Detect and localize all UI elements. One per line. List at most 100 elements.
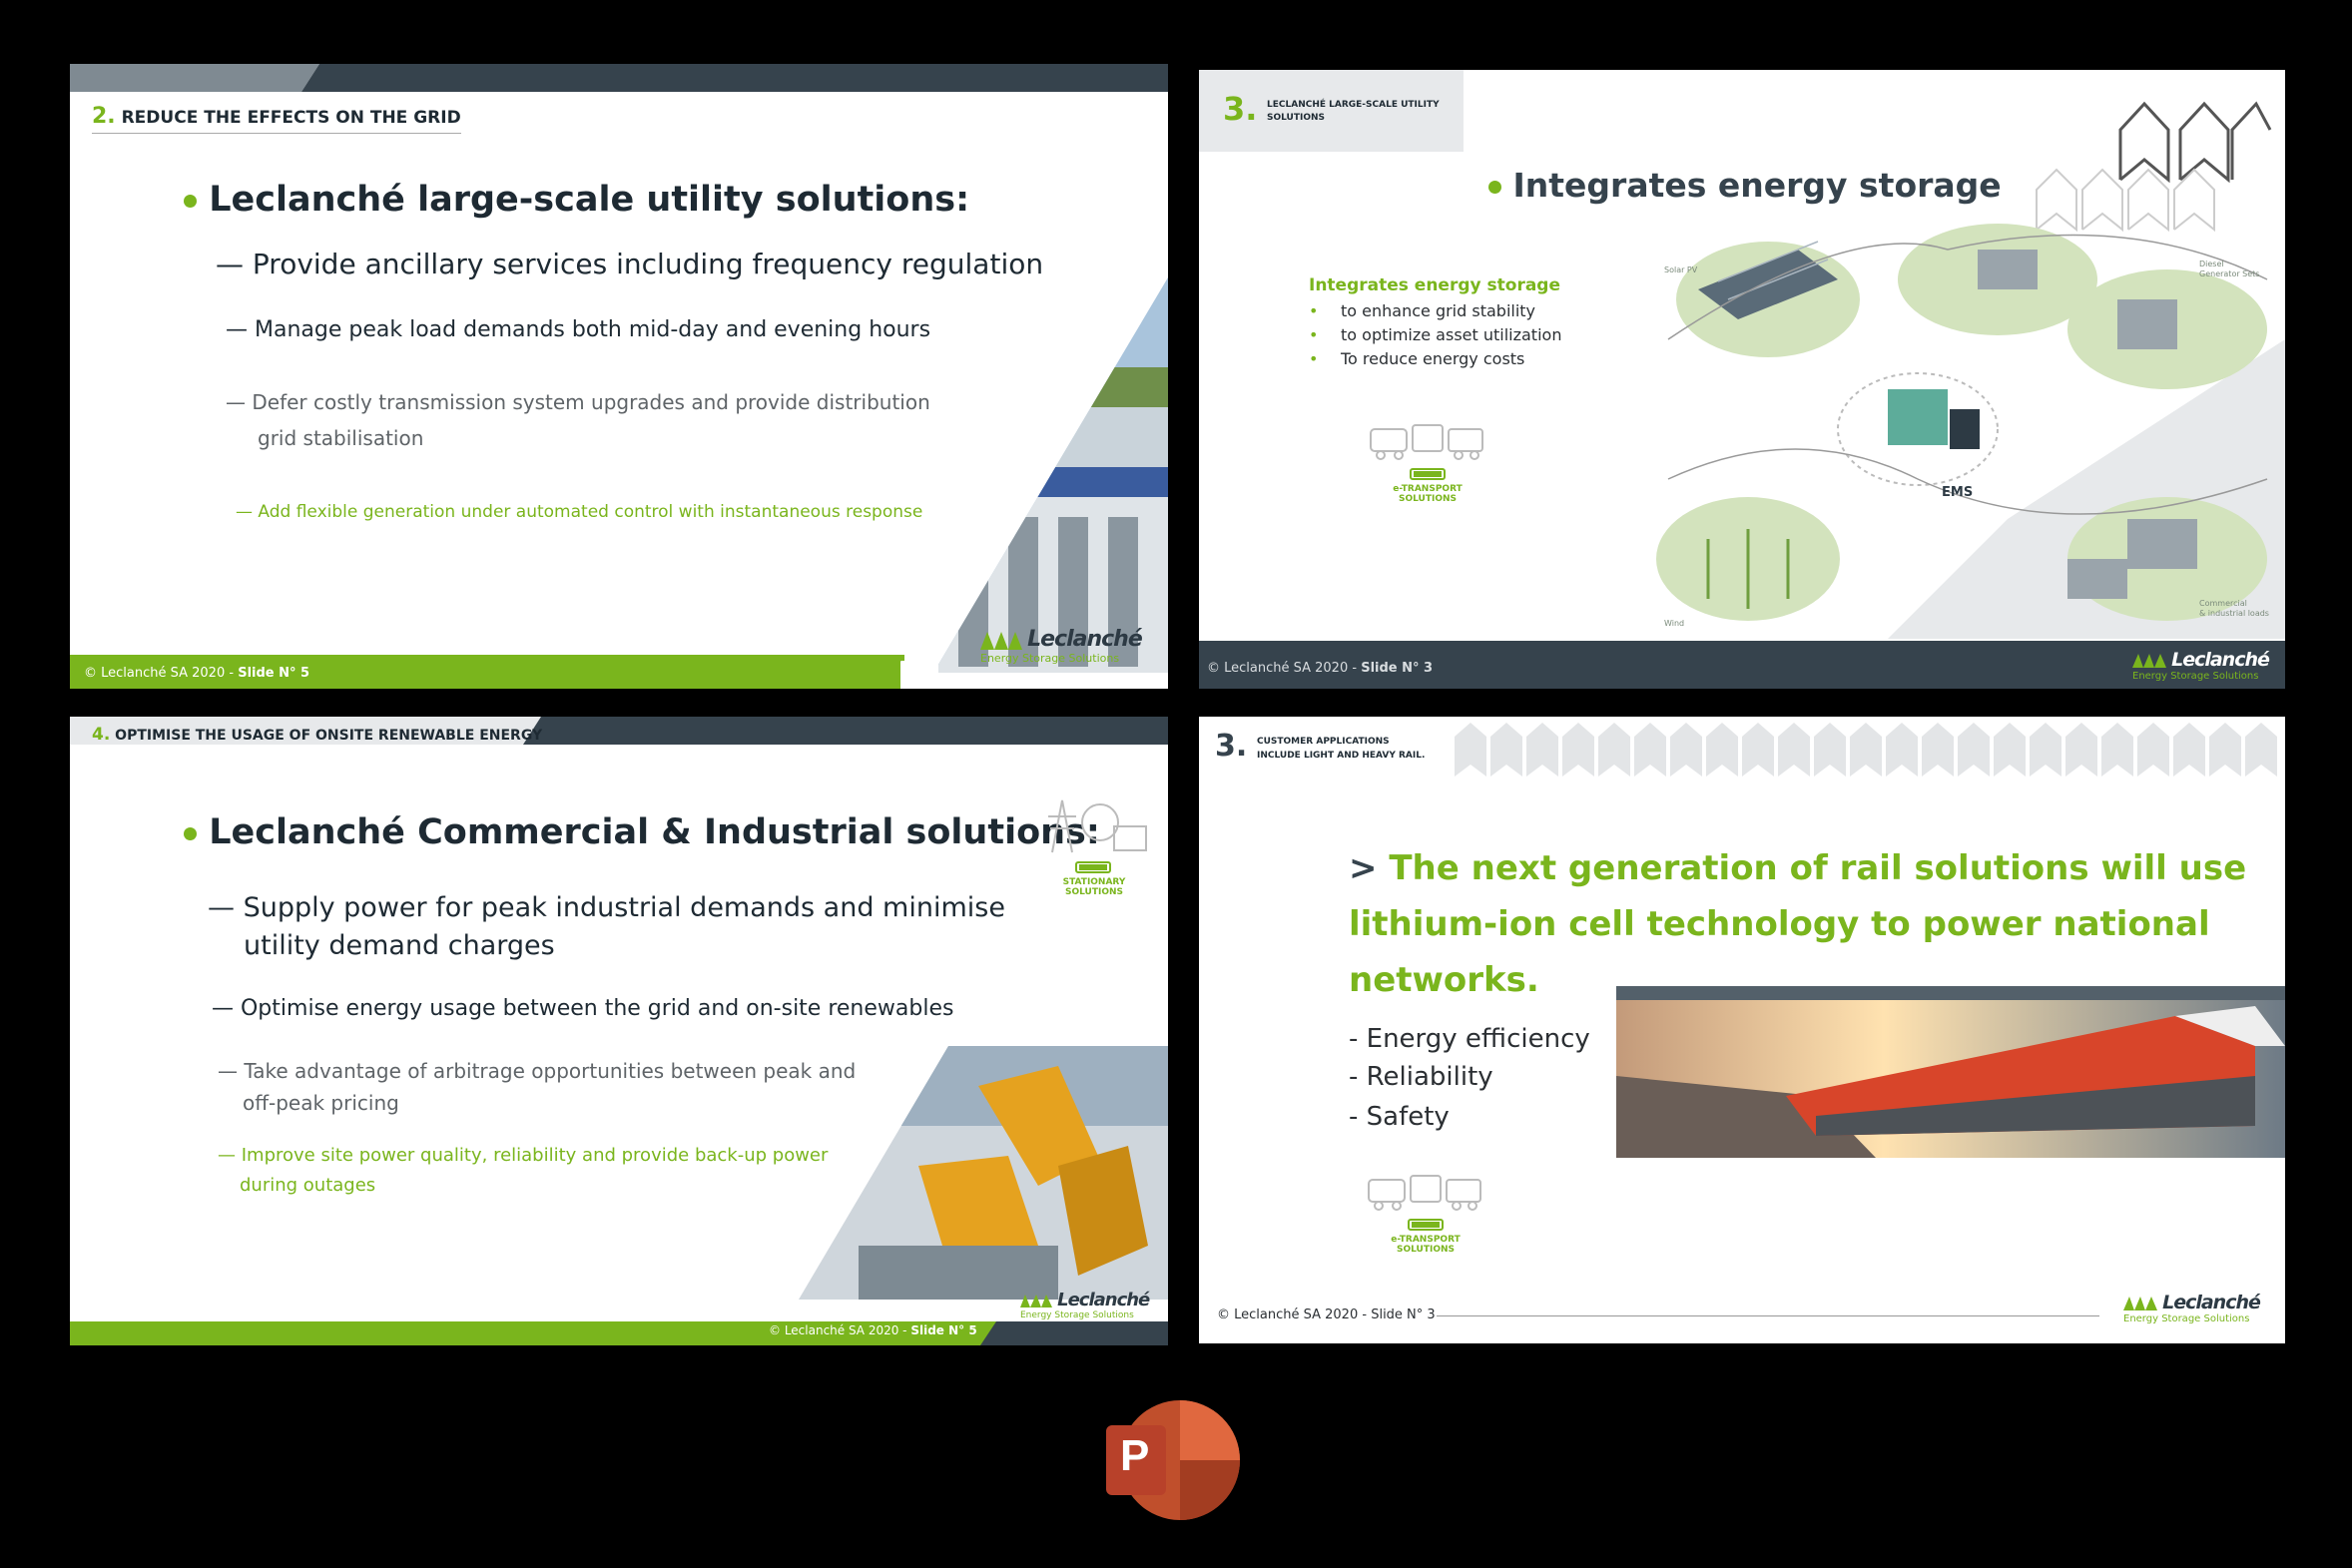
logo-tagline: Energy Storage Solutions xyxy=(1020,1310,1134,1320)
label-ems: EMS xyxy=(1942,485,1974,500)
point-2: - Reliability xyxy=(1349,1062,1493,1092)
slide-thumbnail-4[interactable]: 3. CUSTOMER APPLICATIONS INCLUDE LIGHT A… xyxy=(1199,717,2285,1343)
bullet-item: • to optimize asset utilization xyxy=(1309,325,1562,344)
leclanche-logo: Leclanché Energy Storage Solutions xyxy=(2132,649,2270,682)
point-3: - Safety xyxy=(1349,1102,1450,1132)
point-2: — Optimise energy usage between the grid… xyxy=(212,996,954,1021)
icon-caption-1: e-TRANSPORT xyxy=(1391,1235,1461,1245)
footer-copyright: © Leclanché SA 2020 - xyxy=(84,666,235,681)
point-3: — Defer costly transmission system upgra… xyxy=(226,390,930,414)
battery-icon xyxy=(1408,1219,1444,1231)
bullet-dot xyxy=(184,194,197,208)
arrow-decoration xyxy=(2036,101,2272,233)
leclanche-logo: Leclanché Energy Storage Solutions xyxy=(980,627,1143,665)
footer-divider xyxy=(1437,1315,2099,1316)
powerpoint-letter: P xyxy=(1120,1431,1150,1480)
footer-bar xyxy=(70,1321,1168,1345)
point-2: — Manage peak load demands both mid-day … xyxy=(226,317,931,342)
slide-heading: Leclanché Commercial & Industrial soluti… xyxy=(184,812,1100,852)
slide-thumbnail-1[interactable]: 2. REDUCE THE EFFECTS ON THE GRID Leclan… xyxy=(70,64,1168,689)
footer-copyright: © Leclanché SA 2020 - xyxy=(1217,1307,1368,1322)
section-title: OPTIMISE THE USAGE OF ONSITE RENEWABLE E… xyxy=(115,728,543,744)
arrow-pattern-decoration xyxy=(1455,723,2277,777)
slide-thumbnail-2[interactable]: 3. LECLANCHÉ LARGE-SCALE UTILITY SOLUTIO… xyxy=(1199,70,2285,689)
leclanche-logo-mark xyxy=(2123,1297,2157,1310)
point-4-cont: during outages xyxy=(240,1175,376,1196)
heading-text: Leclanché Commercial & Industrial soluti… xyxy=(209,812,1100,852)
label-commercial-2: & industrial loads xyxy=(2199,609,2269,618)
leclanche-logo-mark xyxy=(1020,1295,1052,1307)
section-number: 3. xyxy=(1215,729,1248,764)
leclanche-logo: Leclanché Energy Storage Solutions xyxy=(1020,1290,1150,1320)
point-1-cont: utility demand charges xyxy=(244,930,555,961)
section-title-line-2: SOLUTIONS xyxy=(1267,113,1326,123)
footer-slide-number: Slide N° 5 xyxy=(238,666,310,681)
footer: © Leclanché SA 2020 - Slide N° 5 xyxy=(84,666,309,681)
robot-arm-photo xyxy=(799,1046,1168,1300)
label-diesel-1: Diesel xyxy=(2199,260,2224,268)
footer-copyright: © Leclanché SA 2020 - xyxy=(1207,661,1358,676)
heading-line-1: > The next generation of rail solutions … xyxy=(1349,848,2247,888)
heading-text: Leclanché large-scale utility solutions: xyxy=(209,180,970,220)
section-number: 4. xyxy=(92,725,111,745)
leclanche-logo: Leclanché Energy Storage Solutions xyxy=(2123,1292,2261,1324)
logo-tagline: Energy Storage Solutions xyxy=(2132,671,2259,682)
bullet-list: • to enhance grid stability • to optimize … xyxy=(1309,299,1561,371)
icon-caption-2: SOLUTIONS xyxy=(1064,887,1123,897)
slide-thumbnail-3[interactable]: 4. OPTIMISE THE USAGE OF ONSITE RENEWABL… xyxy=(70,717,1168,1345)
bullet-dot xyxy=(184,826,197,840)
e-transport-icon: e-TRANSPORT SOLUTIONS xyxy=(1365,417,1490,504)
slide-heading: Integrates energy storage xyxy=(1488,166,2002,205)
point-3-cont: off-peak pricing xyxy=(243,1091,399,1115)
section-header: 2. REDUCE THE EFFECTS ON THE GRID xyxy=(92,104,461,134)
logo-wordmark: Leclanché xyxy=(2171,649,2270,671)
heading-text: Integrates energy storage xyxy=(1512,166,2002,205)
point-1: — Provide ancillary services including f… xyxy=(216,248,1044,280)
bullet-item: • To reduce energy costs xyxy=(1309,349,1525,368)
footer-slide-number: Slide N° 3 xyxy=(1361,661,1434,676)
microgrid-diagram xyxy=(1656,224,2285,639)
footer-copyright: © Leclanché SA 2020 - xyxy=(769,1323,907,1337)
battery-icon xyxy=(1075,861,1111,873)
point-1: - Energy efficiency xyxy=(1349,1024,1590,1054)
logo-wordmark: Leclanché xyxy=(1057,1290,1150,1310)
e-transport-icon: e-TRANSPORT SOLUTIONS xyxy=(1363,1168,1488,1255)
slide-header-bar xyxy=(70,64,1168,92)
logo-wordmark: Leclanché xyxy=(1027,627,1143,652)
footer: © Leclanché SA 2020 - Slide N° 3 xyxy=(1207,661,1433,676)
label-diesel-2: Generator Sets xyxy=(2199,269,2260,278)
icon-caption-1: STATIONARY xyxy=(1062,877,1126,887)
heading-line-2: lithium-ion cell technology to power nat… xyxy=(1349,904,2210,944)
bullet-dot xyxy=(1488,181,1501,194)
icon-caption-2: SOLUTIONS xyxy=(1396,1245,1455,1255)
stationary-solutions-icon: STATIONARY SOLUTIONS xyxy=(1038,796,1150,897)
footer-slide-number: Slide N° 5 xyxy=(910,1323,977,1337)
solar-building-photo xyxy=(938,277,1168,673)
section-number: 3. xyxy=(1223,90,1258,128)
sub-heading: Integrates energy storage xyxy=(1309,275,1560,295)
section-title-line-1: CUSTOMER APPLICATIONS xyxy=(1257,737,1390,747)
label-wind: Wind xyxy=(1664,619,1685,628)
footer: © Leclanché SA 2020 - Slide N° 3 xyxy=(1217,1307,1436,1322)
section-title: REDUCE THE EFFECTS ON THE GRID xyxy=(121,108,461,128)
point-3: — Take advantage of arbitrage opportunit… xyxy=(218,1059,857,1083)
logo-wordmark: Leclanché xyxy=(2162,1292,2261,1313)
section-title-line-2: INCLUDE LIGHT AND HEAVY RAIL. xyxy=(1257,751,1426,761)
point-4: — Improve site power quality, reliabilit… xyxy=(218,1145,829,1166)
slide-heading: > The next generation of rail solutions … xyxy=(1349,840,2246,1008)
footer-slide-number: Slide N° 3 xyxy=(1371,1307,1436,1322)
icon-caption-2: SOLUTIONS xyxy=(1398,494,1457,504)
label-commercial-1: Commercial xyxy=(2199,599,2247,608)
section-title-line-1: LECLANCHÉ LARGE-SCALE UTILITY xyxy=(1267,100,1440,110)
powerpoint-icon[interactable]: P xyxy=(1102,1395,1246,1525)
slide-heading: Leclanché large-scale utility solutions: xyxy=(184,180,969,220)
logo-tagline: Energy Storage Solutions xyxy=(2123,1313,2250,1324)
leclanche-logo-mark xyxy=(980,631,1022,650)
point-3-cont: grid stabilisation xyxy=(258,426,424,450)
battery-icon xyxy=(1410,468,1446,480)
point-4: — Add flexible generation under automate… xyxy=(236,502,923,522)
bullet-item: • to enhance grid stability xyxy=(1309,301,1536,320)
footer: © Leclanché SA 2020 - Slide N° 5 xyxy=(769,1323,977,1337)
section-header: 4. OPTIMISE THE USAGE OF ONSITE RENEWABL… xyxy=(92,725,542,745)
logo-tagline: Energy Storage Solutions xyxy=(980,652,1120,665)
